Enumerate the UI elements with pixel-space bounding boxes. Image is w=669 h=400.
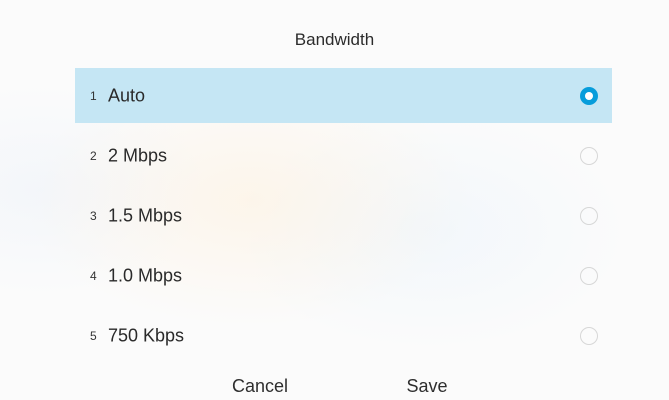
dialog-title: Bandwidth — [294, 30, 375, 49]
option-row-1-5mbps[interactable]: 3 1.5 Mbps — [75, 188, 612, 243]
save-button[interactable]: Save — [406, 376, 447, 397]
radio-unselected-icon[interactable] — [580, 326, 598, 345]
dialog-footer: Cancel Save — [0, 376, 669, 400]
option-row-auto[interactable]: 1 Auto — [75, 68, 612, 123]
radio-unselected-icon[interactable] — [580, 146, 598, 165]
radio-unselected-icon[interactable] — [580, 266, 598, 285]
cancel-button[interactable]: Cancel — [232, 376, 288, 397]
option-row-750kbps[interactable]: 5 750 Kbps — [75, 308, 612, 363]
option-number: 5 — [90, 328, 97, 343]
radio-unselected-icon[interactable] — [580, 206, 598, 225]
radio-selected-icon[interactable] — [580, 86, 598, 105]
option-label: 2 Mbps — [108, 145, 168, 165]
option-label: 1.5 Mbps — [108, 205, 183, 225]
option-label: 750 Kbps — [108, 325, 185, 345]
option-label: Auto — [108, 85, 146, 105]
option-number: 4 — [90, 268, 97, 283]
option-row-1-0mbps[interactable]: 4 1.0 Mbps — [75, 248, 612, 303]
option-row-2mbps[interactable]: 2 2 Mbps — [75, 128, 612, 183]
option-number: 2 — [90, 148, 97, 163]
bandwidth-option-list: 1 Auto 2 2 Mbps 3 1.5 Mbps 4 1.0 Mbps 5 … — [75, 68, 612, 368]
option-number: 1 — [90, 88, 97, 103]
option-label: 1.0 Mbps — [108, 265, 183, 285]
option-number: 3 — [90, 208, 97, 223]
